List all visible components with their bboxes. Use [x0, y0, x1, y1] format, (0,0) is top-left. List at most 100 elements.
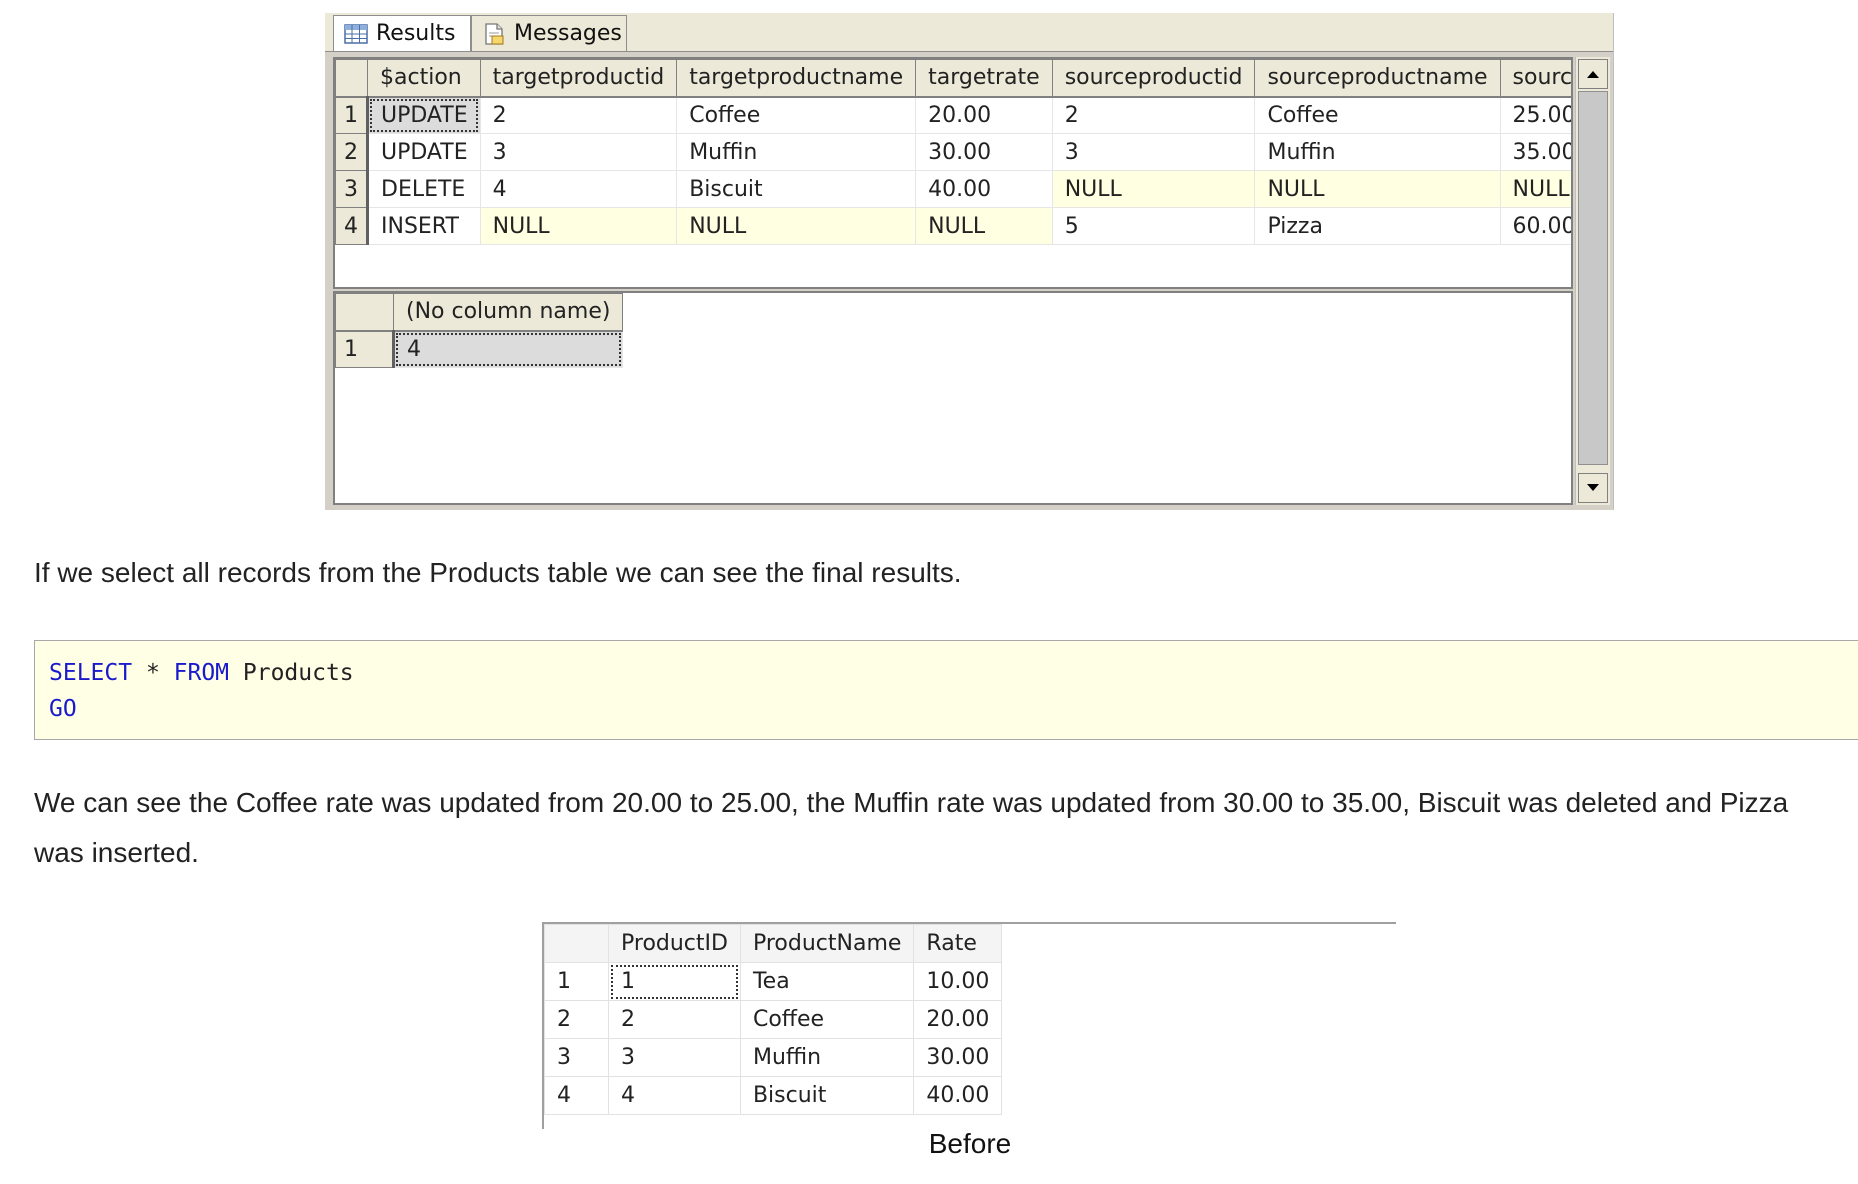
- before-results-grid: ProductID ProductName Rate 1 1 Tea 10.00…: [542, 922, 1396, 1129]
- null-cell[interactable]: NULL: [915, 207, 1053, 245]
- row-number[interactable]: 4: [335, 207, 369, 245]
- grid-cell[interactable]: UPDATE: [367, 96, 481, 134]
- null-cell[interactable]: NULL: [1051, 170, 1256, 208]
- scroll-up-button[interactable]: [1578, 59, 1608, 89]
- null-cell[interactable]: NULL: [479, 207, 678, 245]
- tab-results[interactable]: Results: [333, 15, 471, 51]
- tab-messages[interactable]: Messages: [471, 15, 627, 51]
- grid-icon: [344, 23, 368, 44]
- sql-keyword: GO: [49, 696, 77, 722]
- sql-identifier: Products: [229, 660, 354, 686]
- table-row: 3 3 Muffin 30.00: [544, 1038, 1003, 1077]
- grid-cell[interactable]: 2: [1051, 96, 1256, 134]
- sql-keyword: SELECT: [49, 660, 133, 686]
- vertical-scrollbar[interactable]: [1575, 57, 1610, 505]
- table-row: 4 4 Biscuit 40.00: [544, 1076, 1003, 1115]
- grid-cell[interactable]: 60.00: [1499, 207, 1571, 245]
- scroll-down-button[interactable]: [1578, 473, 1608, 503]
- intro-paragraph: If we select all records from the Produc…: [34, 557, 962, 588]
- result-grid-1[interactable]: $action targetproductid targetproductnam…: [333, 57, 1573, 289]
- code-line: GO: [49, 691, 1858, 727]
- table-row: 1 1 Tea 10.00: [544, 962, 1003, 1001]
- sql-keyword: FROM: [173, 660, 230, 686]
- row-number: 1: [544, 962, 609, 1001]
- grid-cell[interactable]: Coffee: [1254, 96, 1501, 134]
- row-number[interactable]: 1: [335, 330, 395, 368]
- column-header[interactable]: targetproductname: [676, 59, 917, 98]
- row-number: 2: [544, 1000, 609, 1039]
- column-header[interactable]: sourceproductid: [1051, 59, 1256, 98]
- grid-cell[interactable]: UPDATE: [367, 133, 481, 171]
- grid-cell[interactable]: 4: [392, 330, 624, 368]
- scrollbar-thumb[interactable]: [1578, 91, 1608, 465]
- before-caption: Before: [928, 1128, 1012, 1159]
- arrow-up-icon: [1587, 71, 1599, 78]
- table-row: 2 2 Coffee 20.00: [544, 1000, 1003, 1039]
- column-header[interactable]: (No column name): [392, 293, 624, 332]
- summary-paragraph: We can see the Coffee rate was updated f…: [34, 787, 1789, 868]
- grid-cell: 2: [608, 1000, 741, 1039]
- grid-cell[interactable]: Muffin: [1254, 133, 1501, 171]
- column-header[interactable]: targetrate: [915, 59, 1053, 98]
- row-number: 3: [544, 1038, 609, 1077]
- grid-cell[interactable]: 4: [479, 170, 678, 208]
- sql-operator: *: [132, 660, 174, 686]
- grid-cell[interactable]: 20.00: [915, 96, 1053, 134]
- column-header: ProductName: [739, 924, 915, 963]
- grid-cell[interactable]: Muffin: [676, 133, 917, 171]
- grid-cell[interactable]: 40.00: [915, 170, 1053, 208]
- count-output-table: (No column name) 1 4: [335, 293, 624, 368]
- header-row: ProductID ProductName Rate: [544, 924, 1003, 963]
- column-header[interactable]: $action: [367, 59, 481, 98]
- tab-messages-label: Messages: [514, 21, 622, 46]
- grid-cell[interactable]: 5: [1051, 207, 1256, 245]
- grid-cell: 30.00: [913, 1038, 1003, 1077]
- grid-cell[interactable]: Pizza: [1254, 207, 1501, 245]
- row-number[interactable]: 3: [335, 170, 369, 208]
- column-header[interactable]: sourcerate: [1499, 59, 1571, 98]
- grid-cell[interactable]: 30.00: [915, 133, 1053, 171]
- grid-cell: 3: [608, 1038, 741, 1077]
- null-cell[interactable]: NULL: [676, 207, 917, 245]
- grid-cell[interactable]: 2: [479, 96, 678, 134]
- column-header: ProductID: [608, 924, 741, 963]
- header-row: (No column name): [335, 293, 624, 332]
- table-row: 4 INSERT NULL NULL NULL 5 Pizza 60.00: [335, 207, 1571, 245]
- grid-cell[interactable]: Coffee: [676, 96, 917, 134]
- table-row: 3 DELETE 4 Biscuit 40.00 NULL NULL NULL: [335, 170, 1571, 208]
- result-grid-2[interactable]: (No column name) 1 4: [333, 291, 1573, 505]
- grid-cell: Muffin: [739, 1038, 915, 1077]
- table-row: 2 UPDATE 3 Muffin 30.00 3 Muffin 35.00: [335, 133, 1571, 171]
- messages-icon: [485, 22, 504, 45]
- grid-cell[interactable]: DELETE: [367, 170, 481, 208]
- table-row: 1 4: [335, 330, 624, 368]
- grid-cell: 40.00: [913, 1076, 1003, 1115]
- grid-cell[interactable]: Biscuit: [676, 170, 917, 208]
- results-window: Results Messages $action targetproductid…: [325, 13, 1614, 510]
- corner-cell[interactable]: [335, 293, 394, 332]
- row-number[interactable]: 1: [335, 96, 369, 134]
- null-cell[interactable]: NULL: [1499, 170, 1571, 208]
- corner-cell[interactable]: [335, 59, 368, 98]
- null-cell[interactable]: NULL: [1254, 170, 1501, 208]
- grid-cell[interactable]: 3: [1051, 133, 1256, 171]
- table-row: 1 UPDATE 2 Coffee 20.00 2 Coffee 25.00: [335, 96, 1571, 134]
- grid-cell[interactable]: 25.00: [1499, 96, 1571, 134]
- corner-cell: [544, 924, 609, 963]
- grid-cell[interactable]: INSERT: [367, 207, 481, 245]
- tab-results-label: Results: [376, 21, 456, 46]
- grid-cell: Tea: [739, 962, 915, 1001]
- column-header[interactable]: sourceproductname: [1254, 59, 1501, 98]
- column-header[interactable]: targetproductid: [479, 59, 678, 98]
- arrow-down-icon: [1587, 484, 1599, 491]
- results-tabbar: Results Messages: [325, 13, 1613, 52]
- column-header: Rate: [913, 924, 1003, 963]
- code-line: SELECT * FROM Products: [49, 655, 1858, 691]
- code-block: SELECT * FROM Products GO: [34, 640, 1858, 740]
- grid-cell[interactable]: 3: [479, 133, 678, 171]
- grid-cell[interactable]: 35.00: [1499, 133, 1571, 171]
- row-number[interactable]: 2: [335, 133, 369, 171]
- grid-cell: Biscuit: [739, 1076, 915, 1115]
- grid-cell: 10.00: [913, 962, 1003, 1001]
- header-row: $action targetproductid targetproductnam…: [335, 59, 1571, 98]
